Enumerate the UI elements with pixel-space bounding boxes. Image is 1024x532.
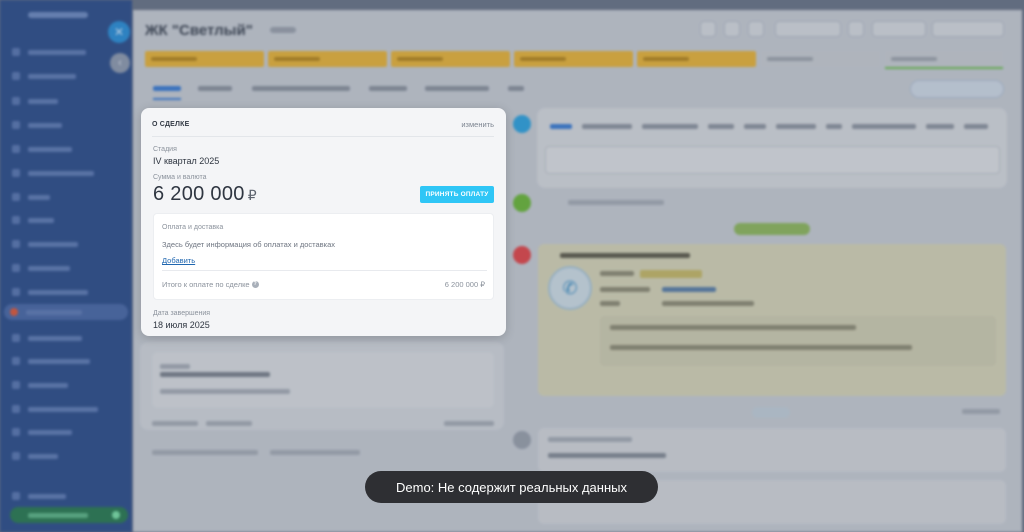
accept-payment-button[interactable]: ПРИНЯТЬ ОПЛАТУ: [420, 186, 494, 203]
amount-number: 6 200 000: [153, 183, 245, 205]
amount-label: Сумма и валюта: [153, 174, 207, 181]
deal-card-header: О СДЕЛКЕ изменить: [152, 120, 494, 137]
payment-delivery-box: Оплата и доставка Здесь будет информация…: [153, 213, 494, 300]
total-label: Итого к оплате по сделке: [162, 280, 250, 289]
payment-box-title: Оплата и доставка: [162, 224, 224, 231]
help-icon[interactable]: ?: [251, 281, 259, 288]
demo-toast: Demo: Не содержит реальных данных: [365, 471, 658, 503]
amount-value[interactable]: 6 200 000 ₽: [153, 183, 257, 206]
total-label-row: Итого к оплате по сделке ?: [162, 280, 259, 289]
total-value: 6 200 000 ₽: [444, 280, 485, 289]
deal-info-card: О СДЕЛКЕ изменить Стадия IV квартал 2025…: [141, 108, 506, 336]
payment-box-info: Здесь будет информация об оплатах и дост…: [162, 240, 336, 249]
stage-value[interactable]: IV квартал 2025: [153, 156, 219, 166]
deal-card-title: О СДЕЛКЕ: [152, 121, 190, 128]
currency-sign: ₽: [247, 187, 257, 203]
edit-link[interactable]: изменить: [461, 120, 494, 129]
add-payment-link[interactable]: Добавить: [162, 256, 195, 265]
close-date-value[interactable]: 18 июля 2025: [153, 320, 210, 330]
divider: [162, 270, 487, 271]
close-date-label: Дата завершения: [153, 310, 211, 317]
stage-label: Стадия: [153, 146, 177, 153]
